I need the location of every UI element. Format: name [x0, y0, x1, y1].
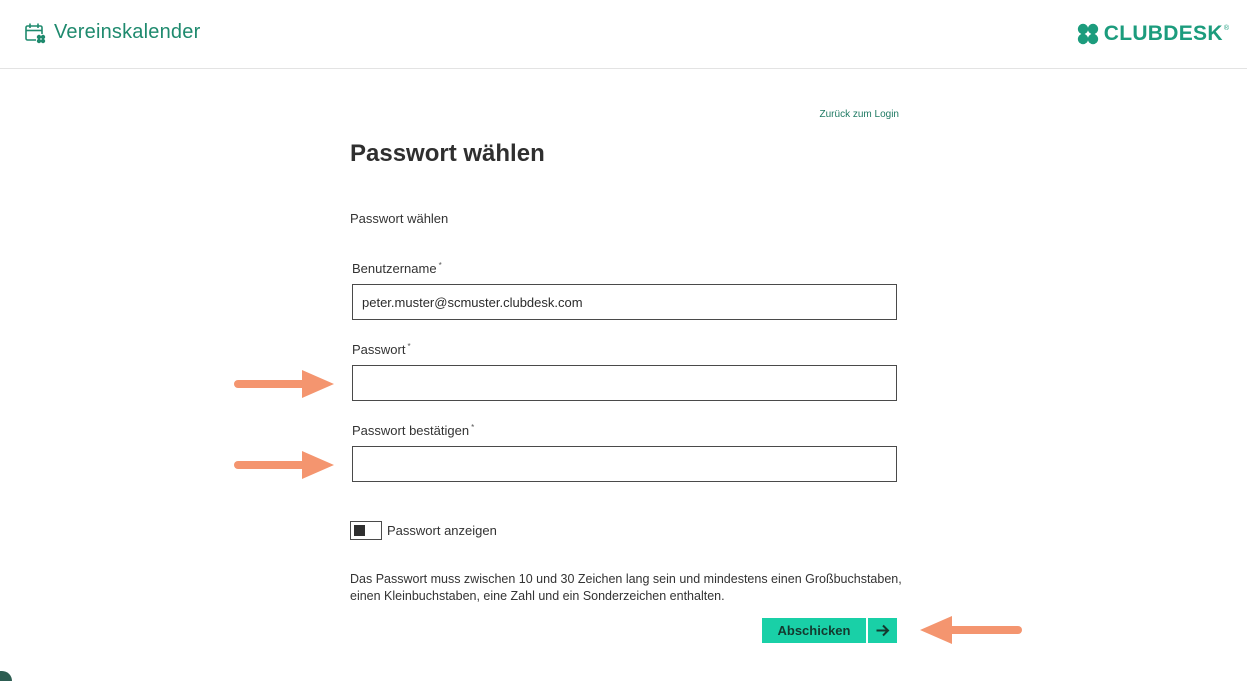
- password-label: Passwort *: [352, 342, 411, 357]
- password-field[interactable]: [352, 365, 897, 401]
- window-corner: [0, 671, 12, 681]
- page-title: Passwort wählen: [350, 140, 545, 167]
- show-password-label[interactable]: Passwort anzeigen: [387, 523, 497, 538]
- form-subtitle: Passwort wählen: [350, 211, 449, 226]
- back-to-login-link[interactable]: Zurück zum Login: [820, 109, 899, 120]
- annotation-arrow-icon: [234, 451, 334, 479]
- password-confirm-label: Passwort bestätigen *: [352, 423, 475, 438]
- password-confirm-field[interactable]: [352, 446, 897, 482]
- submit-arrow-button[interactable]: [868, 618, 897, 643]
- brand-registered-mark: ®: [1223, 24, 1229, 32]
- brand-logo[interactable]: CLUBDESK ®: [1075, 21, 1229, 47]
- calendar-clover-icon: [25, 23, 46, 44]
- app-title[interactable]: Vereinskalender: [54, 21, 200, 44]
- required-marker: *: [438, 261, 442, 270]
- required-marker: *: [407, 342, 411, 351]
- password-requirements-hint: Das Passwort muss zwischen 10 und 30 Zei…: [350, 572, 902, 603]
- required-marker: *: [471, 423, 475, 432]
- brand-name: CLUBDESK: [1103, 22, 1223, 45]
- annotation-arrow-icon: [920, 616, 1022, 644]
- clover-icon: [1077, 23, 1098, 45]
- header: Vereinskalender CLUBDESK ®: [0, 0, 1247, 69]
- username-label: Benutzername *: [352, 261, 442, 276]
- toggle-knob: [354, 525, 365, 536]
- submit-button[interactable]: Abschicken: [762, 618, 866, 643]
- arrow-right-icon: [876, 624, 890, 637]
- annotation-arrow-icon: [234, 370, 334, 398]
- show-password-toggle[interactable]: [350, 521, 382, 540]
- username-field[interactable]: [352, 284, 897, 320]
